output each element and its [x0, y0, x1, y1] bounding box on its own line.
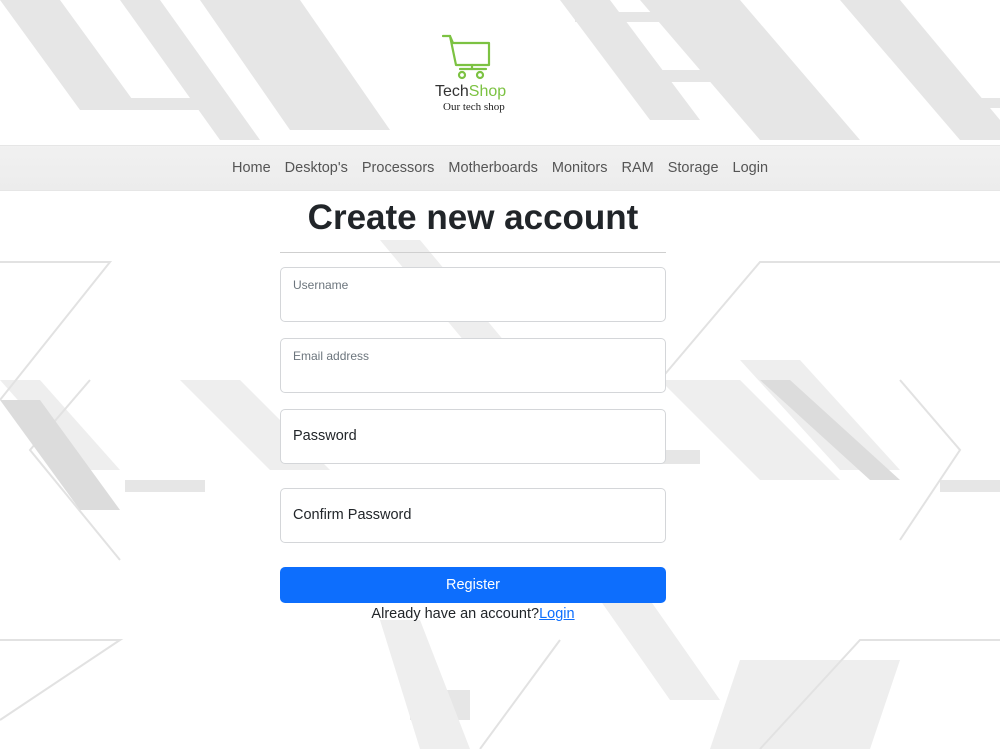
- username-field[interactable]: Username: [280, 267, 666, 322]
- nav-item-processors[interactable]: Processors: [355, 160, 442, 176]
- title-divider: [280, 252, 666, 253]
- main-navbar: Home Desktop's Processors Motherboards M…: [0, 145, 1000, 191]
- brand-name-tech: Tech: [435, 83, 469, 100]
- brand-tagline: Our tech shop: [443, 101, 505, 113]
- nav-item-login[interactable]: Login: [726, 160, 775, 176]
- header: TechShop Our tech shop: [0, 0, 1000, 140]
- nav-item-monitors[interactable]: Monitors: [545, 160, 615, 176]
- nav-item-desktops[interactable]: Desktop's: [278, 160, 355, 176]
- confirm-password-label: Confirm Password: [293, 507, 412, 523]
- email-label: Email address: [293, 349, 370, 363]
- brand-name-shop: Shop: [468, 83, 507, 100]
- nav-item-storage[interactable]: Storage: [661, 160, 726, 176]
- brand-name: TechShop: [435, 83, 506, 101]
- brand-logo[interactable]: TechShop Our tech shop: [434, 30, 524, 120]
- shopping-cart-monitor-icon: [442, 34, 491, 80]
- nav-item-home[interactable]: Home: [225, 160, 278, 176]
- email-field[interactable]: Email address: [280, 338, 666, 393]
- register-button[interactable]: Register: [280, 567, 666, 603]
- nav-item-motherboards[interactable]: Motherboards: [441, 160, 544, 176]
- confirm-password-field[interactable]: Confirm Password: [280, 488, 666, 543]
- register-form: Create new account Username Email addres…: [280, 190, 666, 622]
- password-field[interactable]: Password: [280, 409, 666, 464]
- login-prompt: Already have an account?Login: [280, 606, 666, 622]
- login-link[interactable]: Login: [539, 606, 574, 622]
- have-account-text: Already have an account?: [371, 606, 540, 622]
- username-label: Username: [293, 278, 349, 292]
- nav-item-ram[interactable]: RAM: [615, 160, 661, 176]
- email-input[interactable]: [292, 365, 654, 387]
- username-input[interactable]: [292, 294, 654, 316]
- page-title: Create new account: [307, 198, 639, 237]
- password-label: Password: [293, 428, 357, 444]
